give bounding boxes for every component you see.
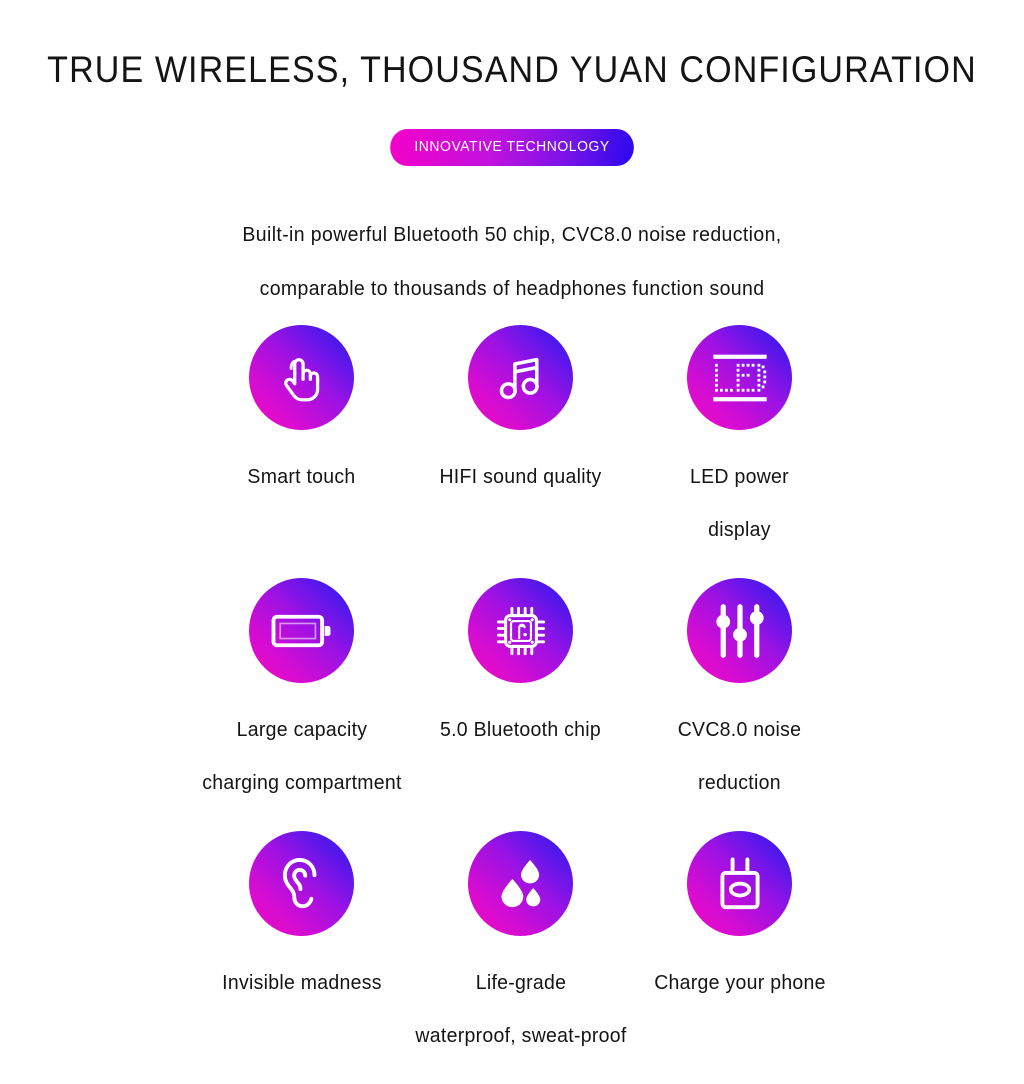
- feature-caption: HIFI sound quality: [416, 450, 624, 503]
- feature-item-hifi-sound-quality: HIFI sound quality: [411, 325, 630, 503]
- feature-caption-line-1: 5.0 Bluetooth chip: [439, 718, 602, 741]
- feature-caption-line-1: Large capacity: [236, 718, 368, 741]
- chip-icon: [492, 602, 550, 660]
- power-plug-icon: [715, 855, 765, 913]
- feature-caption-line-1: LED power: [690, 465, 789, 488]
- feature-caption-line-2: reduction: [698, 771, 781, 794]
- page-title: TRUE WIRELESS, THOUSAND YUAN CONFIGURATI…: [47, 49, 977, 90]
- feature-row: Invisible madness Life-grade waterproof,…: [0, 831, 1024, 1084]
- feature-icon-circle: [249, 578, 354, 683]
- touch-hand-icon: [273, 349, 331, 407]
- feature-grid: Smart touch HIFI sound quality LED power…: [0, 325, 1024, 1084]
- feature-item-waterproof: Life-grade waterproof, sweat-proof: [411, 831, 630, 1062]
- feature-icon-circle: [468, 325, 573, 430]
- feature-caption: CVC8.0 noise reduction: [635, 703, 843, 809]
- equalizer-icon: [713, 602, 767, 660]
- feature-caption: Charge your phone: [598, 956, 883, 1009]
- subtitle-line-2: comparable to thousands of headphones fu…: [259, 277, 765, 300]
- feature-icon-circle: [468, 578, 573, 683]
- feature-icon-circle: [687, 578, 792, 683]
- feature-icon-circle: [468, 831, 573, 936]
- feature-caption: Smart touch: [197, 450, 405, 503]
- subtitle: Built-in powerful Bluetooth 50 chip, CVC…: [26, 208, 999, 316]
- badge-container: INNOVATIVE TECHNOLOGY: [0, 129, 1024, 166]
- feature-caption-line-1: Smart touch: [247, 465, 356, 488]
- feature-caption-line-1: Charge your phone: [654, 971, 826, 994]
- feature-item-bluetooth-chip: 5.0 Bluetooth chip: [411, 578, 630, 756]
- feature-item-cvc-noise-reduction: CVC8.0 noise reduction: [630, 578, 849, 809]
- subtitle-line-1: Built-in powerful Bluetooth 50 chip, CVC…: [242, 223, 782, 246]
- feature-icon-circle: [687, 325, 792, 430]
- feature-icon-circle: [687, 831, 792, 936]
- innovative-technology-badge: INNOVATIVE TECHNOLOGY: [390, 129, 634, 166]
- led-display-icon: [710, 352, 770, 404]
- feature-caption: LED power display: [635, 450, 843, 556]
- feature-caption-line-2: waterproof, sweat-proof: [415, 1024, 627, 1047]
- feature-caption: Large capacity charging compartment: [160, 703, 445, 809]
- feature-icon-circle: [249, 831, 354, 936]
- feature-item-led-power-display: LED power display: [630, 325, 849, 556]
- infographic-page: TRUE WIRELESS, THOUSAND YUAN CONFIGURATI…: [0, 0, 1024, 1047]
- feature-icon-circle: [249, 325, 354, 430]
- water-drops-icon: [492, 855, 550, 913]
- feature-item-charge-your-phone: Charge your phone: [630, 831, 849, 1009]
- feature-caption: 5.0 Bluetooth chip: [416, 703, 624, 756]
- feature-caption-line-2: charging compartment: [202, 771, 402, 794]
- ear-icon: [277, 854, 327, 914]
- feature-row: Smart touch HIFI sound quality LED power…: [0, 325, 1024, 578]
- feature-item-smart-touch: Smart touch: [192, 325, 411, 503]
- feature-caption-line-1: HIFI sound quality: [439, 465, 602, 488]
- music-note-icon: [493, 350, 549, 406]
- battery-icon: [271, 611, 333, 651]
- feature-caption-line-2: display: [708, 518, 771, 541]
- feature-row: Large capacity charging compartment 5.0 …: [0, 578, 1024, 831]
- feature-item-large-capacity-charging: Large capacity charging compartment: [192, 578, 411, 809]
- feature-caption-line-1: CVC8.0 noise: [677, 718, 802, 741]
